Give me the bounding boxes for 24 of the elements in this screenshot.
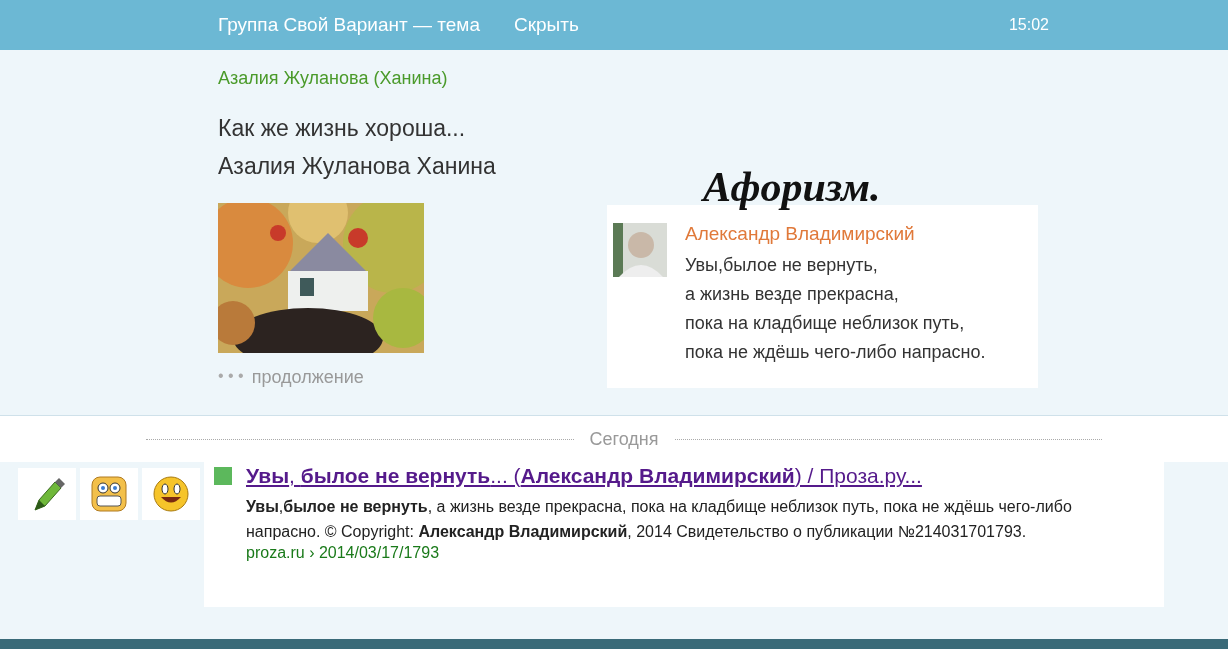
group-topic-title[interactable]: Группа Свой Вариант — тема: [218, 14, 480, 36]
post-title[interactable]: Азалия Жуланова Ханина: [218, 147, 496, 185]
result-snippet: Увы,былое не вернуть, а жизнь везде прекрасна, пока на кладбище неблизок путь, пока не ждёшь чего-либо напрасно. © Copyright: Александр Владимирский, 2014 Свидетельство о публикации №214031701793.: [246, 497, 1073, 542]
post-title[interactable]: Как же жизнь хороша...: [218, 109, 496, 147]
grinning-face-icon: [89, 474, 129, 514]
aphorism-heading: Афоризм.: [703, 163, 881, 211]
poem-line: Увы,былое не вернуть,: [685, 254, 879, 277]
continue-link[interactable]: продолжение: [251, 367, 364, 388]
hide-link[interactable]: Скрыть: [514, 14, 579, 36]
result-title-link[interactable]: Увы, былое не вернуть... (Александр Владимирский) / Проза.ру...: [246, 464, 922, 488]
more-dots[interactable]: • • •: [218, 367, 244, 388]
result-square-icon: [214, 467, 232, 485]
date-divider: Сегодня: [588, 428, 660, 450]
result-url-link[interactable]: proza.ru › 2014/03/17/1793: [246, 544, 1164, 562]
smiley-icon: [151, 474, 191, 514]
sticker-button[interactable]: [18, 468, 76, 520]
sticker-button[interactable]: [142, 468, 200, 520]
poem-line: а жизнь везде прекрасна,: [685, 283, 900, 306]
poem-line: пока не ждёшь чего-либо напрасно.: [685, 341, 986, 364]
poem-line: пока на кладбище неблизок путь,: [685, 312, 966, 335]
author-link[interactable]: Азалия Жуланова (Ханина): [218, 68, 448, 89]
author-link[interactable]: Александр Владимирский: [685, 223, 986, 245]
avatar-icon: [613, 223, 667, 277]
clock-time: 15:02: [1008, 16, 1049, 34]
